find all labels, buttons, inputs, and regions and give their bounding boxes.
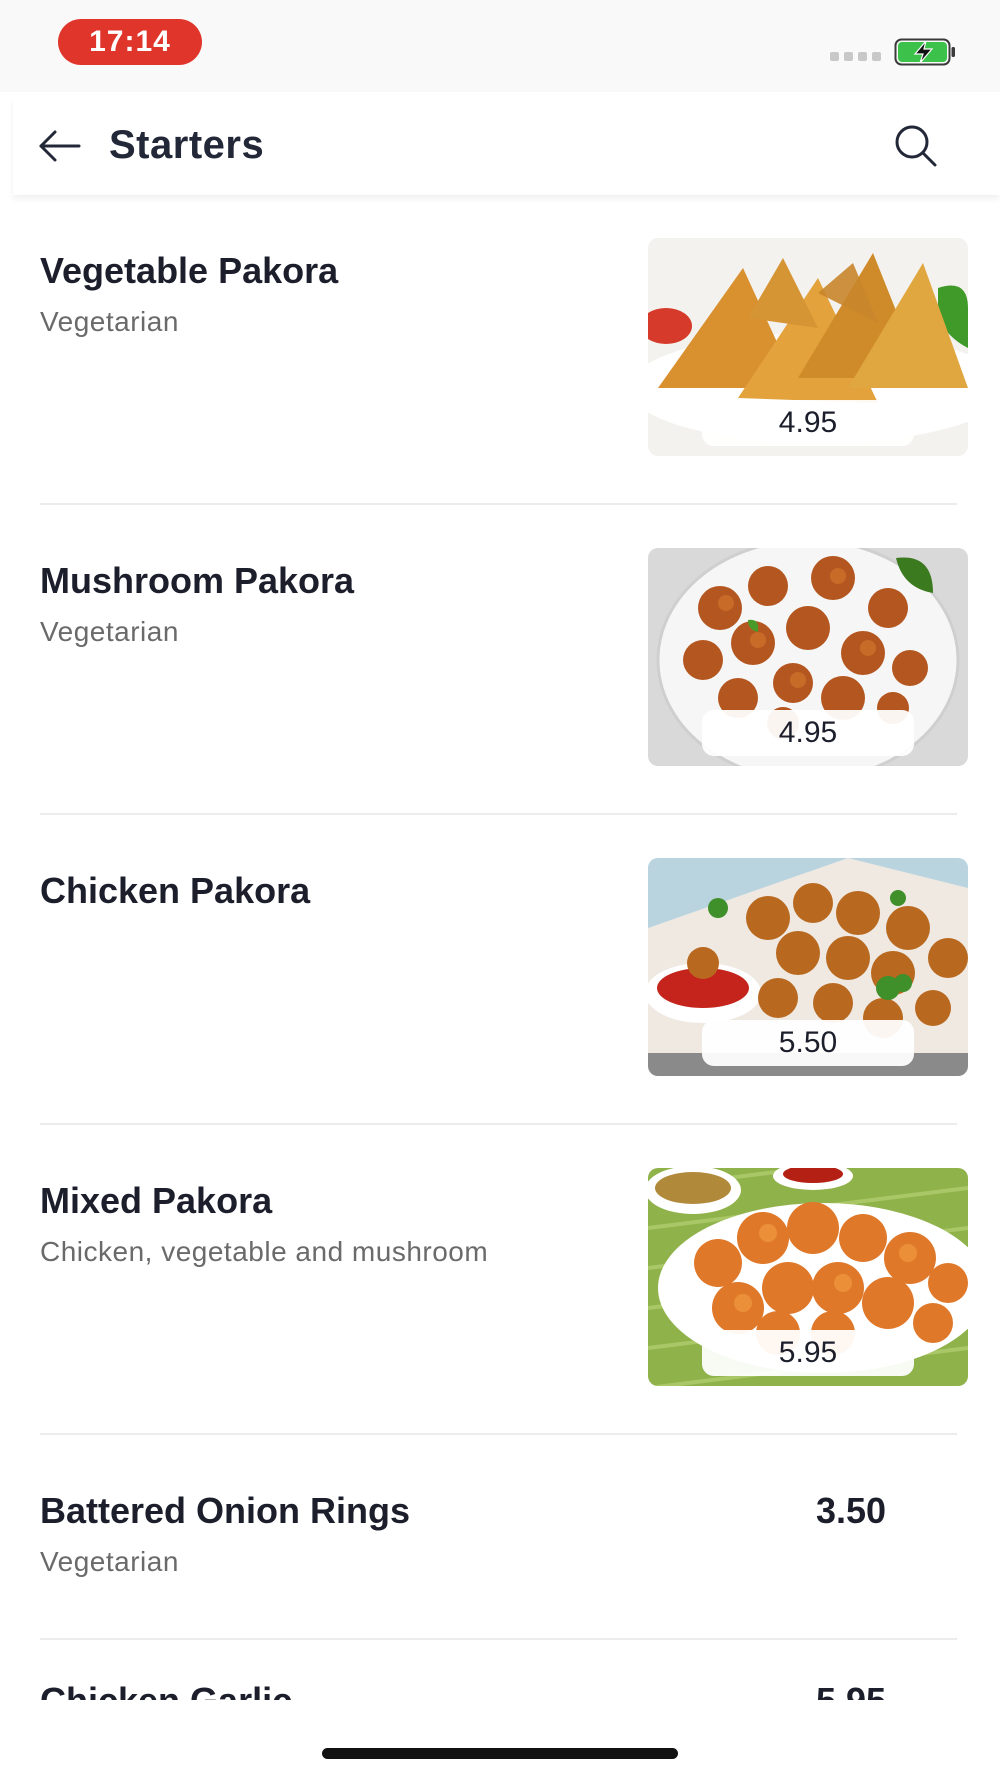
menu-item[interactable]: Mushroom Pakora Vegetarian 4.95	[40, 548, 968, 770]
item-description: Vegetarian	[40, 1546, 179, 1577]
item-name: Mushroom Pakora	[40, 560, 355, 601]
price-tag: 4.95	[702, 400, 914, 446]
item-name: Vegetable Pakora	[40, 250, 339, 291]
menu-item[interactable]: Chicken Pakora 5.50	[40, 858, 968, 1080]
menu-item[interactable]: Battered Onion Rings Vegetarian 3.50	[40, 1490, 960, 1600]
divider	[40, 503, 957, 505]
item-name: Chicken Pakora	[40, 870, 311, 911]
price-tag: 4.95	[702, 710, 914, 756]
menu-item-partial[interactable]: Chicken Garlic 5.95	[0, 1680, 1000, 1700]
divider	[40, 1638, 957, 1640]
item-name: Chicken Garlic	[40, 1680, 292, 1700]
divider	[40, 813, 957, 815]
item-description: Vegetarian	[40, 306, 179, 337]
item-price: 5.95	[816, 1680, 886, 1700]
item-description: Vegetarian	[40, 616, 179, 647]
menu-item[interactable]: Vegetable Pakora Vegetarian 4.95	[40, 238, 968, 460]
divider	[40, 1433, 957, 1435]
item-name: Mixed Pakora	[40, 1180, 273, 1221]
item-image[interactable]: 4.95	[648, 548, 968, 766]
item-price: 3.50	[816, 1490, 887, 1531]
price-tag: 5.50	[702, 1020, 914, 1066]
item-image[interactable]: 5.50	[648, 858, 968, 1076]
home-indicator[interactable]	[322, 1748, 678, 1759]
item-image[interactable]: 5.95	[648, 1168, 968, 1386]
item-image[interactable]: 4.95	[648, 238, 968, 456]
menu-item[interactable]: Mixed Pakora Chicken, vegetable and mush…	[40, 1168, 968, 1390]
price-tag: 5.95	[702, 1330, 914, 1376]
item-description: Chicken, vegetable and mushroom	[40, 1236, 489, 1267]
menu-list: Vegetable Pakora Vegetarian 4.95 Mushroo…	[0, 0, 1000, 1700]
divider	[40, 1123, 957, 1125]
item-name: Battered Onion Rings	[40, 1490, 411, 1531]
